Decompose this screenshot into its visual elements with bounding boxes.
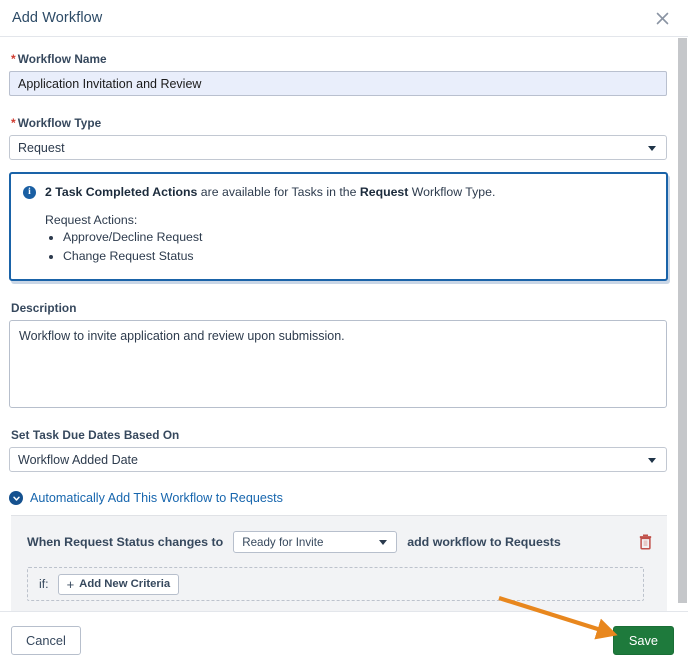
criteria-if-label: if: [39,577,49,591]
required-marker: * [11,116,16,130]
task-actions-info-callout: i 2 Task Completed Actions are available… [9,172,668,281]
info-callout-heading: 2 Task Completed Actions are available f… [45,185,495,200]
auto-add-section-label: Automatically Add This Workflow to Reque… [30,491,283,505]
close-icon[interactable] [652,8,672,28]
modal-header: Add Workflow [0,0,688,37]
page-title: Add Workflow [12,10,102,26]
modal-body: *Workflow Name *Workflow Type Request i … [0,38,688,611]
chevron-down-icon [379,540,387,545]
info-bold-count: 2 Task Completed Actions [45,185,197,199]
request-status-selected-value: Ready for Invite [242,536,323,549]
info-callout-subheading: Request Actions: [45,213,654,227]
required-marker: * [11,52,16,66]
description-textarea[interactable] [9,320,667,408]
criteria-dropzone: if: + Add New Criteria [27,567,644,601]
description-label: Description [11,301,667,315]
chevron-down-icon [648,458,656,463]
due-dates-selected-value: Workflow Added Date [18,453,138,467]
info-circle-icon: i [23,186,36,199]
modal-footer: Cancel Save [0,611,688,668]
add-workflow-modal: Add Workflow *Workflow Name *Workflow Ty… [0,0,688,668]
chevron-down-icon [648,146,656,151]
chevron-down-circle-icon [9,491,23,505]
workflow-name-label: *Workflow Name [11,52,667,66]
list-item: Approve/Decline Request [63,230,654,245]
add-new-criteria-button[interactable]: + Add New Criteria [58,574,180,595]
workflow-type-label-text: Workflow Type [18,116,101,130]
due-dates-label: Set Task Due Dates Based On [11,428,667,442]
trash-icon[interactable] [638,533,654,551]
workflow-type-label: *Workflow Type [11,116,667,130]
plus-icon: + [67,578,75,591]
modal-scrollbar-track[interactable] [678,38,687,611]
auto-add-section-toggle[interactable]: Automatically Add This Workflow to Reque… [9,491,667,505]
workflow-name-label-text: Workflow Name [18,52,107,66]
due-dates-select[interactable]: Workflow Added Date [9,447,667,472]
auto-add-rule-panel: When Request Status changes to Ready for… [11,515,667,611]
info-callout-action-list: Approve/Decline Request Change Request S… [23,230,654,264]
workflow-type-selected-value: Request [18,141,65,155]
modal-scrollbar-thumb[interactable] [678,38,687,603]
rule-row: When Request Status changes to Ready for… [27,529,654,555]
info-heading-end: Workflow Type. [408,185,495,199]
save-button[interactable]: Save [613,626,674,655]
workflow-name-input[interactable] [9,71,667,96]
rule-suffix-text: add workflow to Requests [407,535,561,549]
add-new-criteria-label: Add New Criteria [79,578,170,590]
request-status-select[interactable]: Ready for Invite [233,531,397,553]
info-bold-type: Request [360,185,409,199]
list-item: Change Request Status [63,249,654,264]
info-heading-mid: are available for Tasks in the [197,185,359,199]
cancel-button[interactable]: Cancel [11,626,81,655]
workflow-type-select[interactable]: Request [9,135,667,160]
rule-prefix-text: When Request Status changes to [27,535,223,549]
